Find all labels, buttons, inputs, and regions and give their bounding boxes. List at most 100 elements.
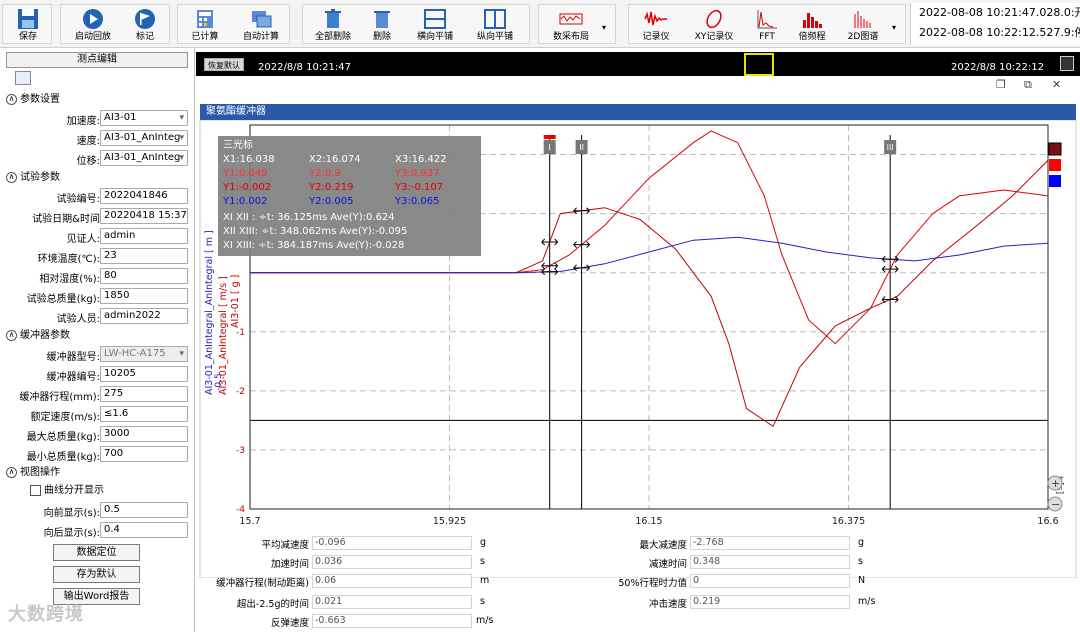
cursor-y2-red: Y2:0.9 [308,168,341,179]
model-select[interactable]: LW-HC-A175 [100,346,188,362]
row-disp: 位移: AI3-01_AnInteg [0,150,195,167]
vertical-tile-button[interactable]: 纵向平铺 [467,5,523,45]
calculated-button[interactable]: 已计算 [180,5,230,45]
collapse-icon: ∧ [6,93,17,105]
start-replay-button[interactable]: 启动回放 [65,5,121,45]
forward-input[interactable]: 0.5 [100,502,188,518]
row-mass: 试验总质量(kg): 1850 [0,288,195,305]
stroke-input[interactable]: 275 [100,386,188,402]
x-tick-2: 16.15 [635,516,662,527]
cursor-info-panel[interactable]: 三光标 X1:16.038 X2:16.074 X3:16.422 Y1:0.0… [218,136,481,256]
legend-swatch-blue[interactable] [1049,175,1061,187]
auto-calc-button[interactable]: 自动计算 [234,5,288,45]
timeline-bar[interactable]: 恢复默认 2022/8/8 10:21:47 2022/8/8 10:22:12 [196,52,1080,76]
speed-select[interactable]: AI3-01_AnInteg [100,130,188,146]
octave-button[interactable]: 倍频程 [789,5,835,45]
timeline-settings-icon[interactable] [1060,56,1074,71]
x-tick-4: 16.6 [1037,516,1058,527]
close-icon[interactable]: ✕ [1052,78,1061,91]
cursor-y2-blue: Y2:0.005 [308,196,353,207]
chart-svg[interactable]: IIIIII 1-1-2-3-4-0.5 15.715.92516.1516.3… [196,120,1080,578]
point-edit-header[interactable]: 测点编辑 [6,52,188,68]
xy-plot-icon [706,9,722,29]
row-minm: 最小总质量(kg): 700 [0,446,195,463]
play-icon [83,9,103,29]
tile-window-icon[interactable]: ❐ [996,78,1006,91]
delete-button[interactable]: 删除 [361,5,403,45]
section-test[interactable]: ∧ 试验参数 [6,171,60,185]
timeline-selection-marker[interactable] [744,53,774,76]
cursor-info-title: 三光标 [223,138,253,151]
row-test-date: 试验日期&时间 20220418 15:37 [32,208,188,225]
fft-icon [757,10,777,29]
row-stroke: 缓冲器行程(mm): 275 [0,386,195,403]
horizontal-tile-button[interactable]: 横向平铺 [407,5,463,45]
temp-input[interactable]: 23 [100,248,188,264]
disp-select[interactable]: AI3-01_AnInteg [100,150,188,166]
layout-icon [559,13,583,25]
calculator-icon [197,10,213,28]
fft-button[interactable]: FFT [747,5,787,45]
vertical-tile-icon [484,9,506,29]
row-humid: 相对湿度(%): 80 [0,268,195,285]
rated-input[interactable]: ≤1.6 [100,406,188,422]
mass-input[interactable]: 1850 [100,288,188,304]
max-mass-input[interactable]: 3000 [100,426,188,442]
min-mass-input[interactable]: 700 [100,446,188,462]
split-curve-option[interactable]: 曲线分开显示 [30,484,104,498]
legend-swatch-red[interactable] [1049,159,1061,171]
layout-button[interactable]: 数采布局 [543,5,599,45]
spectrum-dropdown-arrow[interactable]: ▾ [892,23,896,32]
record-start-time: 2022-08-08 10:21:47.028.0:开始记 [919,6,1080,19]
data-locate-button[interactable]: 数据定位 [53,544,140,561]
recorder-button[interactable]: 记录仪 [633,5,679,45]
restore-default-button[interactable]: 恢复默认 [204,58,244,71]
accel-select[interactable]: AI3-01 [100,110,188,126]
record-time-info: 2022-08-08 10:21:47.028.0:开始记 2022-08-08… [910,3,1080,45]
section-view[interactable]: ∧ 视图操作 [6,466,60,480]
test-date-input[interactable]: 20220418 15:37 [100,208,188,224]
axis-label-accel: AI3-01 [ g ] [230,275,241,328]
cursor-delta-3: XI XIII: ÷t: 384.187ms Ave(Y):-0.028 [223,240,404,251]
cursor-y2-mid: Y2:0.219 [308,182,353,193]
horizontal-tile-icon [424,9,446,29]
row-speed: 速度: AI3-01_AnInteg [0,130,195,147]
save-button[interactable]: 保存 [5,5,51,45]
cursor-delta-1: XI XII : ÷t: 36.125ms Ave(Y):0.624 [223,212,395,223]
collapse-icon: ∧ [6,329,17,341]
section-param[interactable]: ∧ 参数设置 [6,93,60,107]
toolbar-group-calc: 已计算 自动计算 [177,4,290,44]
restore-window-icon[interactable]: ⧉ [1024,78,1032,92]
cursor-delta-2: XII XIII: ÷t: 348.062ms Ave(Y):-0.095 [223,226,407,237]
trash-icon [374,11,390,28]
toolbar-group-file: 保存 [2,4,52,44]
cursor-label-1: II [579,143,584,152]
witness-input[interactable]: admin [100,228,188,244]
y-tick-1: -1 [236,328,245,338]
y-tick-3: -3 [236,446,245,456]
waveform-icon [644,11,667,26]
legend-swatch-darkred[interactable] [1048,142,1062,156]
axis-label-disp: AI3-01_AnIntegral_AnIntegral [ m ] [204,230,215,395]
cursor-y3-blue: Y3:0.065 [394,196,439,207]
split-curve-checkbox[interactable] [30,484,41,496]
row-accel: 加速度: AI3-01 [0,110,195,127]
cursor-label-0: I [549,143,551,152]
tester-input[interactable]: admin2022 [100,308,188,324]
save-default-button[interactable]: 存为默认 [53,566,140,583]
layout-dropdown-arrow[interactable]: ▾ [602,23,606,32]
calendar-icon[interactable] [15,71,31,85]
test-no-input[interactable]: 2022041846 [100,188,188,204]
humid-input[interactable]: 80 [100,268,188,284]
section-buffer[interactable]: ∧ 缓冲器参数 [6,329,70,343]
mark-button[interactable]: 标记 [123,5,167,45]
delete-all-button[interactable]: 全部删除 [307,5,359,45]
zoom-in-glyph: + [1051,477,1060,490]
watermark: 大数跨境 [8,604,84,625]
xy-recorder-button[interactable]: XY记录仪 [683,5,745,45]
back-input[interactable]: 0.4 [100,522,188,538]
spectrum-icon [854,11,871,28]
serial-input[interactable]: 10205 [100,366,188,382]
cursor-x2: X2:16.074 [309,154,361,165]
2d-spectrum-button[interactable]: 2D图谱 [837,5,889,45]
